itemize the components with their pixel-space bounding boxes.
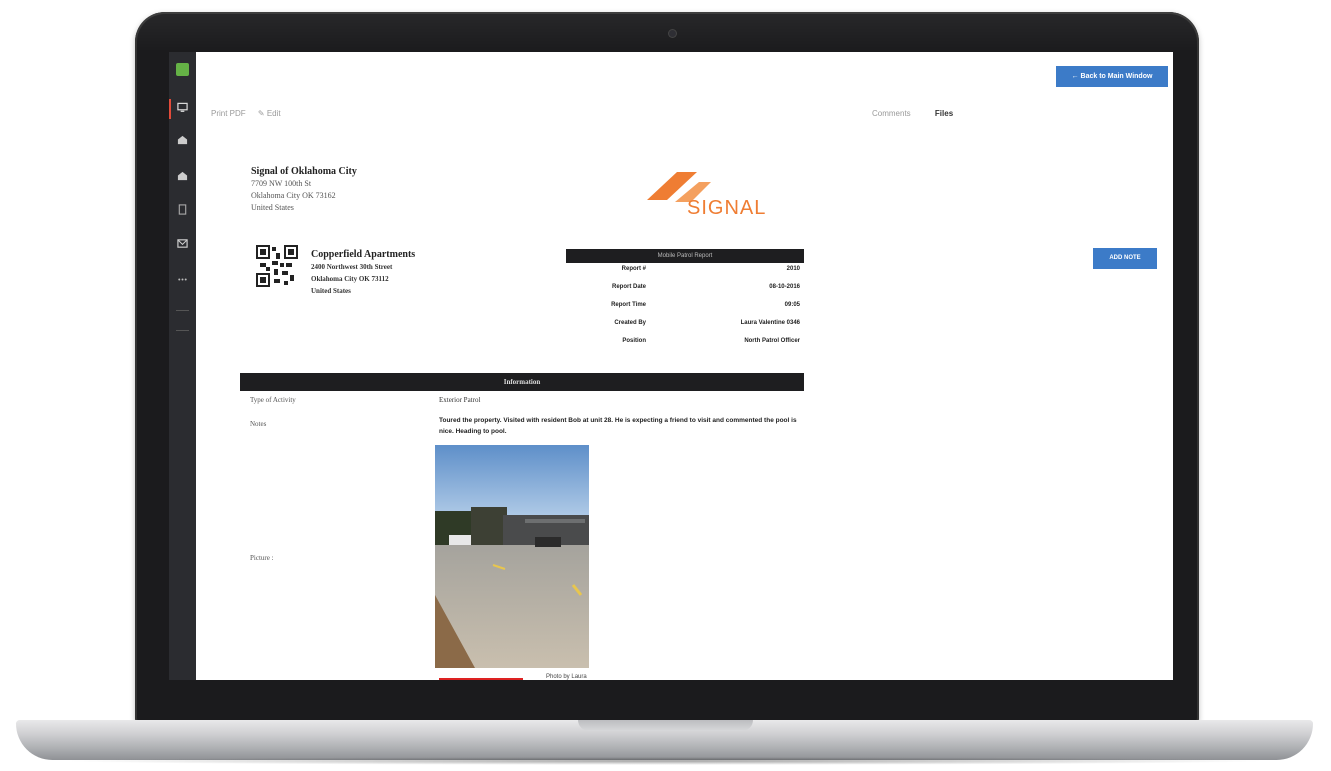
sidebar-divider: [176, 310, 189, 311]
building-icon[interactable]: [175, 134, 190, 148]
report-row-value: North Patrol Officer: [744, 338, 800, 344]
report-row-label: Report Time: [611, 302, 646, 308]
sidebar-divider: [176, 330, 189, 331]
monitor-icon[interactable]: [175, 102, 190, 116]
information-title-bar: Information: [240, 373, 804, 391]
report-row-label: Report #: [621, 266, 646, 272]
report-row: Created By Laura Valentine 0346: [566, 320, 804, 338]
site-address-line: Oklahoma City OK 73112: [311, 275, 389, 283]
site-address-line: United States: [311, 287, 351, 295]
tab-bar: Comments Files: [872, 109, 953, 118]
logo-wordmark: SIGNAL: [687, 197, 767, 219]
report-row-label: Created By: [614, 320, 646, 326]
back-to-main-window-button[interactable]: ← Back to Main Window: [1056, 66, 1168, 87]
report-row-value: 09:05: [784, 302, 800, 308]
report-row-value: 08-10-2016: [769, 284, 800, 290]
active-indicator: [169, 99, 171, 119]
patrol-photo[interactable]: [435, 445, 589, 668]
report-title-bar: Mobile Patrol Report: [566, 249, 804, 263]
print-pdf-link[interactable]: Print PDF: [211, 109, 246, 118]
company-address-line: Oklahoma City OK 73162: [251, 191, 336, 200]
type-of-activity-label: Type of Activity: [250, 396, 296, 404]
photo-caption: Photo by Laura: [546, 674, 587, 680]
photo-caption-bar: [439, 678, 523, 680]
notes-label: Notes: [250, 420, 267, 428]
report-row-value: Laura Valentine 0346: [740, 320, 800, 326]
report-row: Report Date 08-10-2016: [566, 284, 804, 302]
qr-code: [256, 245, 298, 287]
report-row-label: Report Date: [611, 284, 646, 290]
camera-icon: [669, 30, 676, 37]
building-icon[interactable]: [175, 170, 190, 184]
site-address-line: 2400 Northwest 30th Street: [311, 263, 393, 271]
report-row: Report # 2010: [566, 266, 804, 284]
picture-label: Picture :: [250, 554, 274, 562]
report-row-label: Position: [622, 338, 646, 344]
company-address-line: United States: [251, 203, 294, 212]
edit-link[interactable]: ✎ Edit: [258, 109, 291, 118]
more-icon[interactable]: [175, 274, 190, 288]
laptop-notch: [578, 720, 753, 731]
laptop-shadow: [60, 757, 1270, 765]
back-button-label: Back to Main Window: [1080, 73, 1153, 80]
report-details: Report # 2010 Report Date 08-10-2016 Rep…: [566, 266, 804, 356]
company-address-line: 7709 NW 100th St: [251, 179, 312, 188]
app-logo-icon[interactable]: [176, 63, 189, 76]
notes-value: Toured the property. Visited with reside…: [439, 417, 797, 435]
company-info: Signal of Oklahoma City 7709 NW 100th St…: [251, 166, 357, 214]
report-row: Position North Patrol Officer: [566, 338, 804, 356]
edit-label: Edit: [266, 109, 281, 118]
report-row: Report Time 09:05: [566, 302, 804, 320]
tab-files[interactable]: Files: [935, 109, 953, 118]
report-row-value: 2010: [786, 266, 800, 272]
document-icon[interactable]: [175, 204, 190, 218]
toolbar-actions: Print PDF ✎ Edit: [211, 109, 301, 118]
sidebar: [169, 52, 196, 680]
site-name: Copperfield Apartments: [311, 249, 416, 260]
tab-comments[interactable]: Comments: [872, 109, 911, 118]
company-name: Signal of Oklahoma City: [251, 166, 357, 177]
add-note-button[interactable]: ADD NOTE: [1093, 248, 1157, 269]
site-info: Copperfield Apartments 2400 Northwest 30…: [311, 249, 415, 297]
screen: Print PDF ✎ Edit Comments Files ← Back t…: [169, 52, 1173, 680]
mail-icon[interactable]: [175, 238, 190, 252]
type-of-activity-value: Exterior Patrol: [439, 396, 481, 404]
